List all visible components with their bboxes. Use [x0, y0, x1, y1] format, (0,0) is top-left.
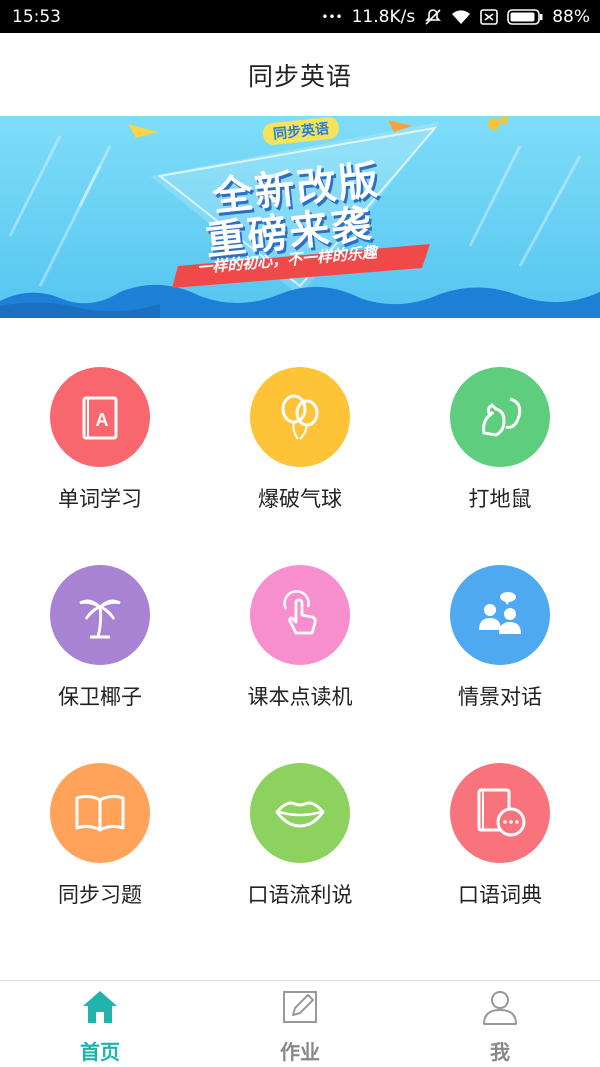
svg-text:A: A — [96, 410, 109, 430]
home-icon — [80, 988, 120, 1030]
tab-label: 作业 — [280, 1040, 320, 1064]
feature-label: 口语流利说 — [247, 883, 353, 907]
feature-defend-coconut[interactable]: 保卫椰子 — [0, 538, 200, 728]
squirrel-icon — [450, 367, 550, 467]
user-icon — [480, 988, 520, 1030]
tab-label: 我 — [490, 1040, 510, 1064]
status-right: ••• 11.8K/s 88% — [321, 7, 590, 27]
feature-label: 情景对话 — [458, 685, 542, 709]
network-speed: 11.8K/s — [351, 6, 416, 27]
tab-me[interactable]: 我 — [400, 981, 600, 1067]
feature-label: 口语词典 — [458, 883, 542, 907]
lips-icon — [250, 763, 350, 863]
promo-banner[interactable]: 同步英语 全新改版 重磅来袭 一样的初心，不一样的乐趣 — [0, 116, 600, 318]
feature-textbook-reader[interactable]: 课本点读机 — [200, 538, 400, 728]
feature-whack-mole[interactable]: 打地鼠 — [400, 340, 600, 530]
feature-label: 打地鼠 — [468, 487, 532, 511]
page-title: 同步英语 — [247, 61, 352, 91]
battery-percent: 88% — [552, 6, 590, 27]
letter-a-book-icon: A — [50, 367, 150, 467]
feature-scene-dialogue[interactable]: 情景对话 — [400, 538, 600, 728]
status-bar: 15:53 ••• 11.8K/s 88% — [0, 0, 600, 33]
palm-tree-icon — [50, 565, 150, 665]
tab-home[interactable]: 首页 — [0, 981, 200, 1067]
tab-label: 首页 — [80, 1040, 120, 1064]
feature-label: 课本点读机 — [247, 685, 353, 709]
feature-sync-exercise[interactable]: 同步习题 — [0, 736, 200, 926]
feature-label: 单词学习 — [58, 487, 142, 511]
balloon-icon — [250, 367, 350, 467]
dictionary-chat-icon — [450, 763, 550, 863]
bottom-tab-bar: 首页 作业 我 — [0, 980, 600, 1067]
feature-label: 保卫椰子 — [58, 685, 142, 709]
dialogue-people-icon — [450, 565, 550, 665]
feature-balloon-pop[interactable]: 爆破气球 — [200, 340, 400, 530]
tap-finger-icon — [250, 565, 350, 665]
open-book-icon — [50, 763, 150, 863]
edit-icon — [280, 988, 320, 1030]
app-header: 同步英语 — [0, 33, 600, 116]
sim-icon — [480, 8, 499, 25]
wifi-icon — [451, 9, 471, 25]
status-time: 15:53 — [12, 6, 61, 27]
feature-word-study[interactable]: A 单词学习 — [0, 340, 200, 530]
feature-spoken-dictionary[interactable]: 口语词典 — [400, 736, 600, 926]
mute-icon — [424, 8, 442, 26]
tab-homework[interactable]: 作业 — [200, 981, 400, 1067]
status-dots: ••• — [321, 9, 343, 24]
feature-label: 爆破气球 — [258, 487, 342, 511]
feature-fluent-speaking[interactable]: 口语流利说 — [200, 736, 400, 926]
feature-label: 同步习题 — [58, 883, 142, 907]
battery-icon — [507, 8, 543, 25]
